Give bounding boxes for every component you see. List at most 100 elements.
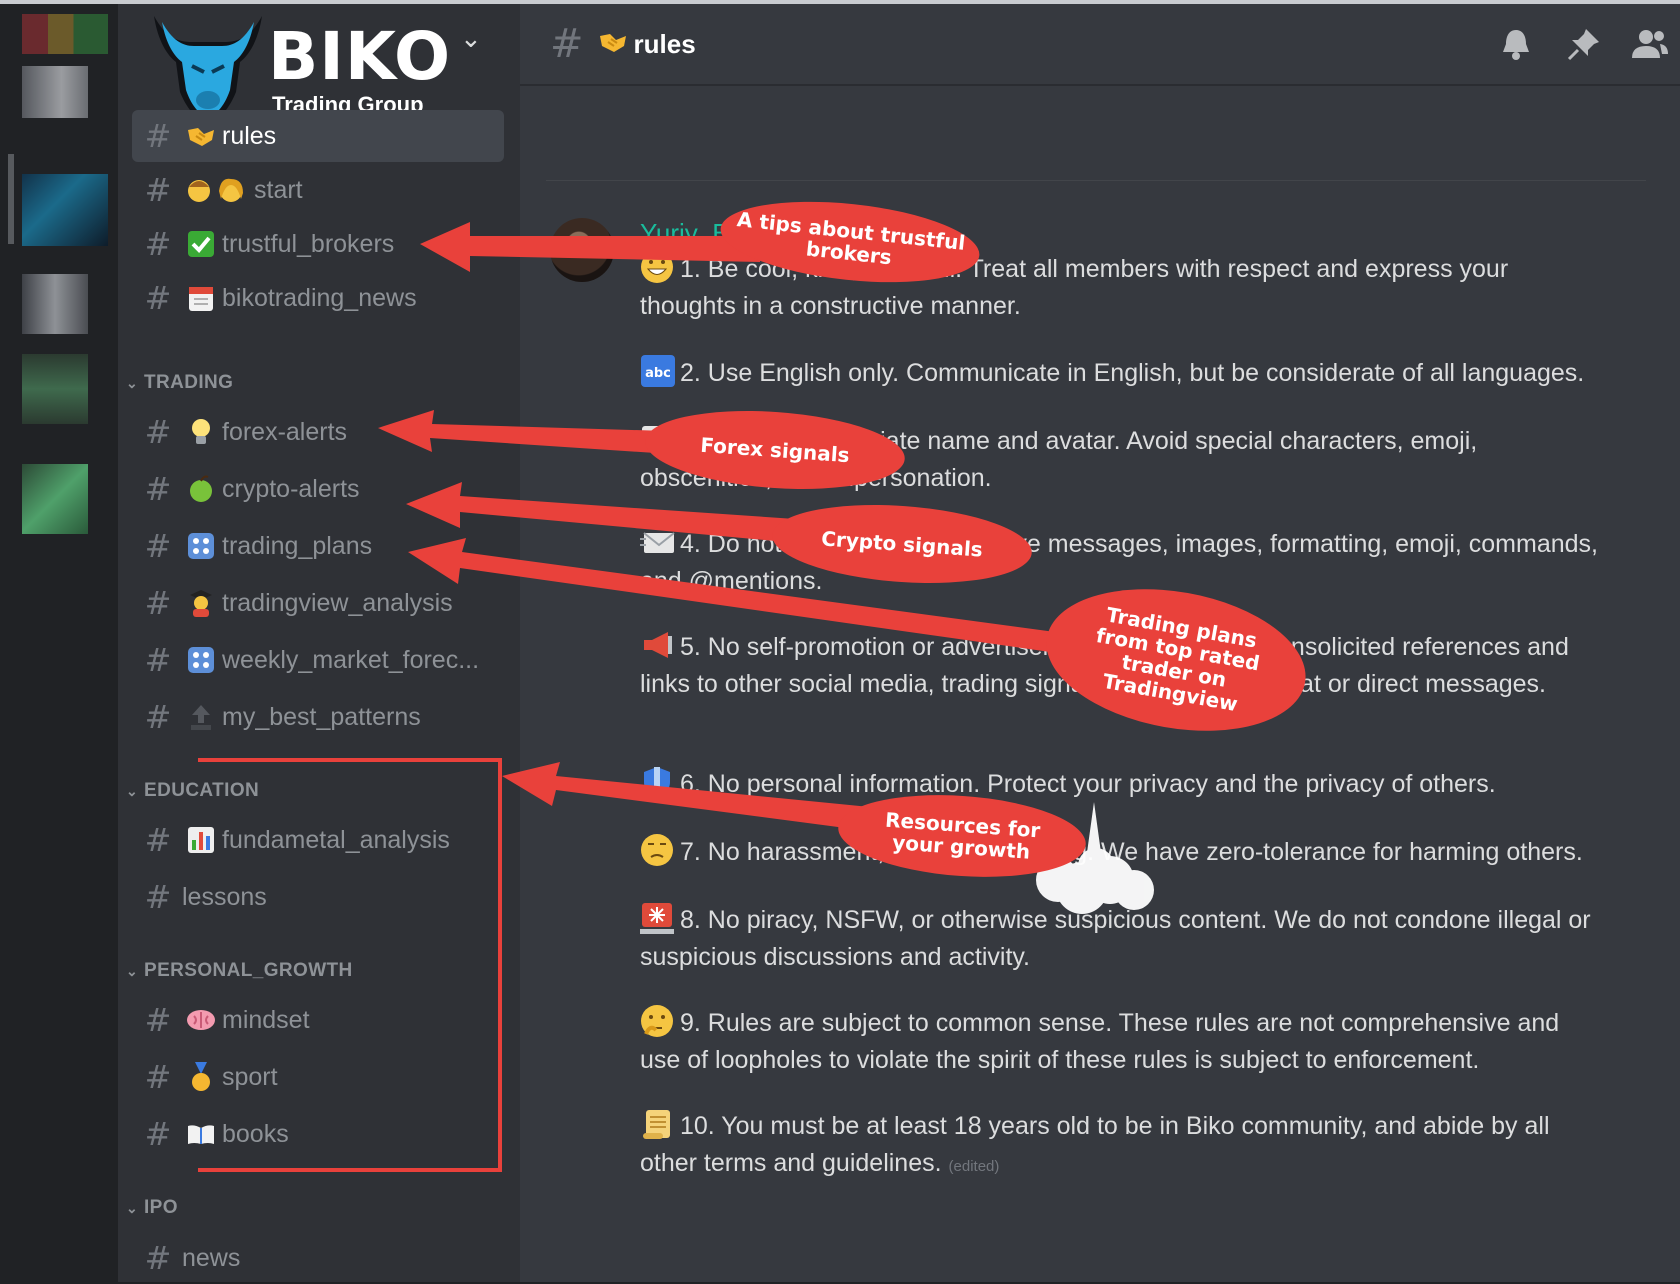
dice-icon xyxy=(184,645,218,675)
server-icon[interactable] xyxy=(22,274,88,334)
channel-forex-alerts[interactable]: # forex-alerts xyxy=(132,406,504,458)
avatar[interactable] xyxy=(550,218,614,282)
bell-icon[interactable] xyxy=(1498,26,1534,62)
channel-start[interactable]: # start xyxy=(132,164,504,216)
shield-icon xyxy=(640,765,676,799)
rule-8: 8. No piracy, NSFW, or otherwise suspici… xyxy=(640,901,1600,976)
channel-name: rules xyxy=(222,121,277,150)
channel-trading-plans[interactable]: # trading_plans xyxy=(132,520,504,572)
category-personal-growth[interactable]: ⌄ PERSONAL_GROWTH xyxy=(126,960,353,982)
hash-icon: # xyxy=(144,1058,172,1096)
channel-name: crypto-alerts xyxy=(222,474,360,503)
channel-name: books xyxy=(222,1119,289,1148)
server-icon[interactable] xyxy=(22,66,88,118)
message-author[interactable]: Yuriy_B xyxy=(640,218,730,249)
member-list-icon[interactable] xyxy=(1630,26,1668,62)
category-label: TRADING xyxy=(144,372,234,393)
channel-crypto-alerts[interactable]: # crypto-alerts xyxy=(132,463,504,515)
channel-title: rules xyxy=(633,28,696,59)
channel-name: news xyxy=(182,1243,241,1272)
channel-news[interactable]: # news xyxy=(132,1232,504,1284)
thinking-face-icon xyxy=(640,1004,676,1038)
category-ipo[interactable]: ⌄ IPO xyxy=(126,1197,178,1219)
channel-mindset[interactable]: # mindset xyxy=(132,994,504,1046)
hash-icon: # xyxy=(144,1115,172,1153)
category-label: EDUCATION xyxy=(144,780,260,801)
channel-name: trustful_brokers xyxy=(222,229,395,258)
channel-name: weekly_market_forec... xyxy=(222,645,480,674)
lightbulb-icon xyxy=(184,417,218,447)
server-icon[interactable] xyxy=(22,174,108,246)
chat-panel: # rules Yuriy_B 1. Be cool, kind, and ci… xyxy=(520,4,1680,1282)
envelope-icon xyxy=(640,525,676,559)
chevron-down-icon: ⌄ xyxy=(126,963,139,979)
channel-name: mindset xyxy=(222,1005,310,1034)
channel-tradingview-analysis[interactable]: # tradingview_analysis xyxy=(132,577,504,629)
channel-my-best-patterns[interactable]: # my_best_patterns xyxy=(132,691,504,743)
channel-weekly-market-forecast[interactable]: # weekly_market_forec... xyxy=(132,634,504,686)
siren-icon xyxy=(640,901,676,935)
rule-text: 1. Be cool, kind, and civil. Treat all m… xyxy=(640,255,1509,320)
rule-text: 3. Use an appropriate name and avatar. A… xyxy=(640,427,1478,492)
server-menu-chevron-icon[interactable]: ⌄ xyxy=(460,24,482,54)
handshake-icon xyxy=(184,121,218,151)
channel-name: my_best_patterns xyxy=(222,702,421,731)
bar-chart-icon xyxy=(184,825,218,855)
people-icon xyxy=(184,175,250,205)
channel-sidebar: BIKO Trading Group ⌄ # rules # start # t… xyxy=(118,4,520,1282)
hash-icon: # xyxy=(144,413,172,451)
rule-2: abc 2. Use English only. Communicate in E… xyxy=(640,354,1600,392)
rule-9: 9. Rules are subject to common sense. Th… xyxy=(640,1004,1600,1079)
category-education[interactable]: ⌄ EDUCATION xyxy=(126,780,259,802)
chevron-down-icon: ⌄ xyxy=(126,783,139,799)
channel-name: forex-alerts xyxy=(222,417,348,446)
handshake-icon xyxy=(598,30,628,58)
channel-name: sport xyxy=(222,1062,278,1091)
channel-name: fundametal_analysis xyxy=(222,825,450,854)
id-card-icon xyxy=(640,422,676,456)
hash-icon: # xyxy=(144,821,172,859)
hash-icon: # xyxy=(144,584,172,622)
rule-1: 1. Be cool, kind, and civil. Treat all m… xyxy=(640,250,1600,325)
svg-text:abc: abc xyxy=(645,366,671,381)
pin-icon[interactable] xyxy=(1566,26,1602,62)
rule-3: 3. Use an appropriate name and avatar. A… xyxy=(640,422,1600,497)
hash-icon: # xyxy=(144,527,172,565)
hash-icon: # xyxy=(144,698,172,736)
green-apple-icon xyxy=(184,474,218,504)
rule-7: 7. No harassment, abuse, or bullying. We… xyxy=(640,833,1600,871)
server-header[interactable]: BIKO Trading Group ⌄ xyxy=(118,4,520,124)
biko-logo: BIKO Trading Group xyxy=(148,12,450,124)
rule-text: 10. You must be at least 18 years old to… xyxy=(640,1112,1550,1177)
top-arrow-icon xyxy=(184,702,218,732)
hash-icon: # xyxy=(144,641,172,679)
server-icon[interactable] xyxy=(22,354,88,424)
rule-text: 2. Use English only. Communicate in Engl… xyxy=(680,359,1585,387)
rule-6: 6. No personal information. Protect your… xyxy=(640,765,1600,803)
open-book-icon xyxy=(184,1119,218,1149)
check-box-icon xyxy=(184,229,218,259)
rule-text: 5. No self-promotion or advertisements. … xyxy=(640,633,1569,698)
message-divider xyxy=(546,180,1646,181)
channel-fundametal-analysis[interactable]: # fundametal_analysis xyxy=(132,814,504,866)
category-trading[interactable]: ⌄ TRADING xyxy=(126,372,233,394)
rule-text: 8. No piracy, NSFW, or otherwise suspici… xyxy=(640,906,1591,971)
server-icon[interactable] xyxy=(22,14,108,54)
hash-icon: # xyxy=(144,1239,172,1277)
hash-icon: # xyxy=(550,21,584,67)
megaphone-icon xyxy=(640,628,676,662)
channel-trustful-brokers[interactable]: # trustful_brokers xyxy=(132,218,504,270)
server-rail xyxy=(0,4,118,1282)
rule-text: 7. No harassment, abuse, or bullying. We… xyxy=(680,838,1583,866)
channel-rules[interactable]: # rules xyxy=(132,110,504,162)
rule-5: 5. No self-promotion or advertisements. … xyxy=(640,628,1600,703)
rail-unread-indicator xyxy=(8,154,14,244)
category-label: IPO xyxy=(144,1197,178,1218)
channel-sport[interactable]: # sport xyxy=(132,1051,504,1103)
server-icon[interactable] xyxy=(22,464,88,534)
hash-icon: # xyxy=(144,117,172,155)
channel-books[interactable]: # books xyxy=(132,1108,504,1160)
hash-icon: # xyxy=(144,171,172,209)
channel-bikotrading-news[interactable]: # bikotrading_news xyxy=(132,272,504,324)
channel-lessons[interactable]: # lessons xyxy=(132,871,504,923)
